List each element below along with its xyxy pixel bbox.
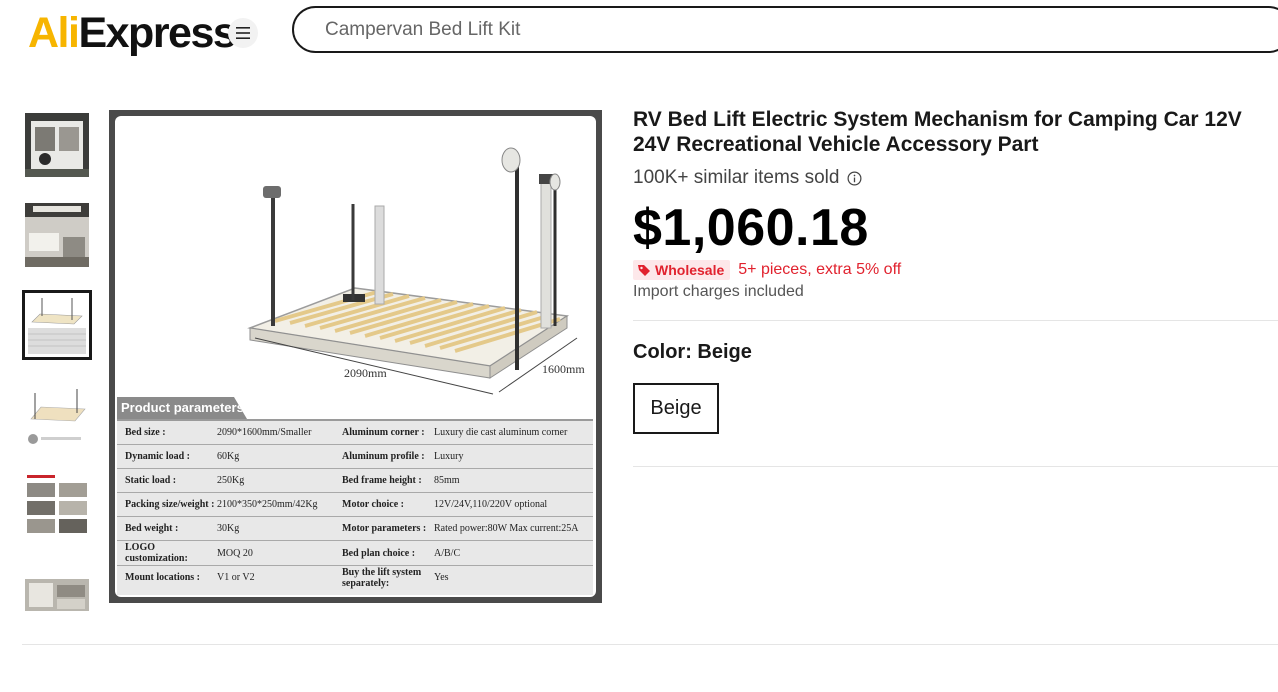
thumbnail-image bbox=[26, 294, 88, 356]
param-value: MOQ 20 bbox=[217, 547, 253, 559]
wholesale-label: Wholesale bbox=[655, 262, 725, 278]
param-value: V1 or V2 bbox=[217, 572, 255, 584]
sold-count: 100K+ similar items sold bbox=[633, 167, 862, 189]
param-key: Static load : bbox=[125, 475, 177, 487]
thumbnail-product-features[interactable] bbox=[22, 470, 92, 540]
param-key: LOGO customization: bbox=[125, 542, 188, 565]
color-option-beige[interactable]: Beige bbox=[633, 383, 719, 434]
divider bbox=[633, 320, 1278, 321]
thumbnail-bed-frame-params[interactable] bbox=[22, 290, 92, 360]
param-value: Luxury die cast aluminum corner bbox=[434, 427, 568, 439]
dimension-width-label: 1600mm bbox=[542, 362, 585, 376]
product-price: $1,060.18 bbox=[633, 199, 869, 257]
product-title: RV Bed Lift Electric System Mechanism fo… bbox=[633, 108, 1242, 156]
param-key: Bed size : bbox=[125, 427, 166, 439]
thumbnail-image bbox=[25, 383, 89, 447]
thumbnail-van-interior[interactable] bbox=[22, 200, 92, 270]
divider bbox=[633, 466, 1278, 467]
hamburger-icon bbox=[236, 27, 250, 39]
price-tag-icon bbox=[638, 265, 650, 276]
promo-text: 5+ pieces, extra 5% off bbox=[738, 261, 902, 278]
wholesale-badge: Wholesale bbox=[633, 260, 731, 280]
import-charges-note: Import charges included bbox=[633, 283, 804, 300]
main-product-image[interactable]: 2090mm 1600mm Product parameters Bed siz… bbox=[109, 110, 602, 603]
param-row: LOGO customization: MOQ 20 Bed plan choi… bbox=[117, 541, 593, 566]
sold-text: 100K+ similar items sold bbox=[633, 167, 840, 188]
param-value: 2100*350*250mm/42Kg bbox=[217, 499, 318, 511]
param-value: 60Kg bbox=[217, 451, 240, 463]
param-key: Buy the lift system separately: bbox=[342, 566, 422, 589]
main-image-canvas: 2090mm 1600mm Product parameters Bed siz… bbox=[115, 116, 596, 597]
param-value: 85mm bbox=[434, 475, 460, 487]
param-row: Dynamic load : 60Kg Aluminum profile : L… bbox=[117, 445, 593, 470]
param-value: Luxury bbox=[434, 451, 464, 463]
thumbnail-image bbox=[25, 473, 89, 537]
param-value: Rated power:80W Max current:25A bbox=[434, 523, 579, 535]
param-value: 250Kg bbox=[217, 475, 245, 487]
param-row: Bed weight : 30Kg Motor parameters : Rat… bbox=[117, 517, 593, 542]
thumbnail-image bbox=[25, 203, 89, 267]
promo-row: Wholesale 5+ pieces, extra 5% off bbox=[633, 260, 901, 280]
logo-prefix: Ali bbox=[28, 8, 80, 57]
param-value: A/B/C bbox=[434, 547, 461, 559]
section-divider bbox=[22, 644, 1278, 645]
thumbnail-image bbox=[25, 563, 89, 627]
thumbnail-van-rear-view[interactable] bbox=[22, 110, 92, 180]
param-key: Aluminum profile : bbox=[342, 451, 425, 463]
param-key: Bed frame height : bbox=[342, 475, 422, 487]
param-row: Packing size/weight : 2100*350*250mm/42K… bbox=[117, 493, 593, 518]
search-input[interactable] bbox=[325, 18, 925, 41]
param-value: Yes bbox=[434, 572, 449, 584]
param-key: Bed weight : bbox=[125, 523, 179, 535]
search-bar[interactable] bbox=[292, 6, 1278, 53]
param-row: Bed size : 2090*1600mm/Smaller Aluminum … bbox=[117, 421, 593, 446]
logo-suffix: Express bbox=[78, 8, 236, 57]
thumbnail-bed-lift-stable[interactable] bbox=[22, 380, 92, 450]
param-key: Dynamic load : bbox=[125, 451, 190, 463]
product-parameters-tag: Product parameters bbox=[117, 397, 247, 419]
color-label: Color: Beige bbox=[633, 341, 752, 363]
param-value: 30Kg bbox=[217, 523, 240, 535]
dimension-length-label: 2090mm bbox=[344, 366, 387, 380]
param-key: Motor choice : bbox=[342, 499, 405, 511]
param-key: Bed plan choice : bbox=[342, 547, 416, 559]
param-key: Motor parameters : bbox=[342, 523, 427, 535]
thumbnail-van-bed-install[interactable] bbox=[22, 560, 92, 630]
product-parameters-table: Bed size : 2090*1600mm/Smaller Aluminum … bbox=[117, 419, 593, 595]
info-icon[interactable] bbox=[847, 171, 862, 186]
thumbnail-image bbox=[25, 113, 89, 177]
param-value: 12V/24V,110/220V optional bbox=[434, 499, 548, 511]
param-value: 2090*1600mm/Smaller bbox=[217, 427, 312, 439]
param-key: Aluminum corner : bbox=[342, 427, 425, 439]
aliexpress-logo[interactable]: AliExpress bbox=[28, 8, 237, 57]
param-row: Mount locations : V1 or V2 Buy the lift … bbox=[117, 566, 593, 590]
param-key: Mount locations : bbox=[125, 572, 200, 584]
menu-button[interactable] bbox=[228, 18, 258, 48]
param-row: Static load : 250Kg Bed frame height : 8… bbox=[117, 469, 593, 494]
param-key: Packing size/weight : bbox=[125, 499, 215, 511]
